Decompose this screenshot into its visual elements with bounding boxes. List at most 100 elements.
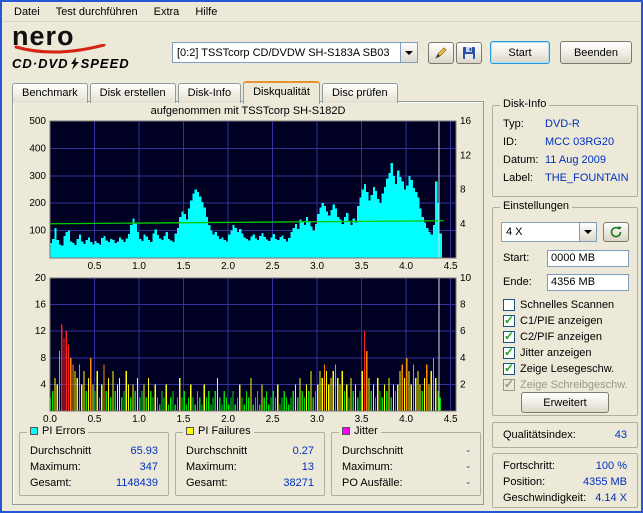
svg-text:12: 12 xyxy=(460,150,472,161)
speed-selector-value: 4 X xyxy=(502,226,579,238)
chevron-down-icon[interactable] xyxy=(400,43,417,62)
stat-row: Maximum: - xyxy=(342,461,470,474)
svg-text:200: 200 xyxy=(29,198,46,209)
checkbox-icon xyxy=(503,299,515,311)
svg-text:16: 16 xyxy=(460,117,472,127)
stat-value: 13 xyxy=(302,461,314,473)
svg-text:2.5: 2.5 xyxy=(266,414,280,425)
disk-info-box: Disk-Info Typ: DVD-R ID: MCC 03RG20 Datu… xyxy=(492,105,638,197)
svg-text:8: 8 xyxy=(460,185,466,196)
tab-bar: Benchmark Disk erstellen Disk-Info Diskq… xyxy=(12,81,400,103)
pi-errors-title: PI Errors xyxy=(42,425,85,437)
menu-test-durchfuehren[interactable]: Test durchführen xyxy=(48,3,146,21)
stat-row: Durchschnitt 0.27 xyxy=(186,445,314,458)
svg-text:20: 20 xyxy=(35,274,47,284)
svg-text:0.0: 0.0 xyxy=(43,414,57,425)
stat-label: Gesamt: xyxy=(30,477,72,489)
svg-text:8: 8 xyxy=(460,300,466,311)
start-position-field[interactable]: 0000 MB xyxy=(547,250,629,267)
svg-text:1.0: 1.0 xyxy=(132,261,146,272)
stat-label: Maximum: xyxy=(342,461,393,473)
stat-row: Gesamt: 1148439 xyxy=(30,477,158,490)
checkbox-c2-pif-anzeigen[interactable]: C2/PIF anzeigen xyxy=(503,330,602,344)
progress-value: 100 % xyxy=(596,460,627,472)
checkbox-zeige-schreibgeschw: Zeige Schreibgeschw. xyxy=(503,378,628,392)
quit-button[interactable]: Beenden xyxy=(560,41,632,64)
drive-selector-combobox[interactable]: [0:2] TSSTcorp CD/DVDW SH-S183A SB03 xyxy=(172,42,418,63)
tab-disk-erstellen[interactable]: Disk erstellen xyxy=(90,83,176,103)
checkbox-schnelles-scannen[interactable]: Schnelles Scannen xyxy=(503,298,614,312)
checkbox-c1-pie-anzeigen[interactable]: C1/PIE anzeigen xyxy=(503,314,603,328)
end-position-field[interactable]: 4356 MB xyxy=(547,274,629,291)
checkbox-icon xyxy=(503,315,515,327)
app-window: Datei Test durchführen Extra Hilfe nero … xyxy=(0,0,643,513)
quality-index-value: 43 xyxy=(615,429,627,441)
stat-label: Gesamt: xyxy=(186,477,228,489)
speed-selector-combobox[interactable]: 4 X xyxy=(501,222,597,242)
refresh-button[interactable] xyxy=(603,222,629,242)
svg-text:1.5: 1.5 xyxy=(177,414,191,425)
stat-value: 0.27 xyxy=(293,445,314,457)
pi-failures-legend: PI Failures xyxy=(183,425,254,437)
disc-quality-tab-page: aufgenommen mit TSSTcorp SH-S182D 0.51.0… xyxy=(12,101,484,505)
nero-logo: nero CD·DVD SPEED xyxy=(12,24,162,74)
stat-value: 38271 xyxy=(283,477,314,489)
svg-text:10: 10 xyxy=(460,274,472,284)
checkbox-zeige-lesegeschw[interactable]: Zeige Lesegeschw. xyxy=(503,362,614,376)
menu-hilfe[interactable]: Hilfe xyxy=(187,3,225,21)
save-button[interactable] xyxy=(456,42,482,64)
stat-value: 1148439 xyxy=(116,477,158,489)
logo-sub-left: CD·DVD xyxy=(12,56,69,71)
svg-text:4: 4 xyxy=(40,379,46,390)
pi-failures-swatch-icon xyxy=(186,427,194,435)
disk-info-title: Disk-Info xyxy=(500,98,549,110)
checkbox-label: C2/PIF anzeigen xyxy=(520,331,602,343)
svg-text:6: 6 xyxy=(460,326,466,337)
svg-text:8: 8 xyxy=(40,353,46,364)
stat-label: Durchschnitt xyxy=(342,445,403,457)
nero-swoosh xyxy=(14,44,106,56)
end-position-label: Ende: xyxy=(503,276,532,289)
disk-info-row-typ: Typ: DVD-R xyxy=(503,118,629,131)
chevron-down-icon[interactable] xyxy=(579,223,596,241)
checkbox-label: Zeige Schreibgeschw. xyxy=(520,379,628,391)
stat-row: Durchschnitt 65.93 xyxy=(30,445,158,458)
svg-text:4: 4 xyxy=(460,353,466,364)
position-row: Position: 4355 MB xyxy=(503,476,627,489)
start-button[interactable]: Start xyxy=(490,41,550,64)
checkbox-jitter-anzeigen[interactable]: Jitter anzeigen xyxy=(503,346,592,360)
info-label: Typ: xyxy=(503,118,524,130)
jitter-title: Jitter xyxy=(354,425,378,437)
svg-text:3.0: 3.0 xyxy=(310,414,324,425)
pen-button[interactable] xyxy=(428,42,454,64)
advanced-button[interactable]: Erweitert xyxy=(521,392,609,413)
tab-benchmark[interactable]: Benchmark xyxy=(12,83,88,103)
svg-text:2: 2 xyxy=(460,379,466,390)
svg-text:2.0: 2.0 xyxy=(221,414,235,425)
pi-errors-swatch-icon xyxy=(30,427,38,435)
info-label: Datum: xyxy=(503,154,538,166)
tab-disc-pruefen[interactable]: Disc prüfen xyxy=(322,83,398,103)
quality-index-row: Qualitätsindex: 43 xyxy=(503,429,627,442)
pi-failures-stats-box: PI Failures Durchschnitt 0.27 Maximum: 1… xyxy=(175,432,325,496)
stat-row: Durchschnitt - xyxy=(342,445,470,458)
stat-value: - xyxy=(466,445,470,457)
menu-extra[interactable]: Extra xyxy=(146,3,188,21)
tab-diskqualitaet[interactable]: Diskqualität xyxy=(243,81,320,104)
jitter-legend: Jitter xyxy=(339,425,381,437)
save-icon xyxy=(461,45,477,61)
quality-index-label: Qualitätsindex: xyxy=(503,429,576,441)
checkbox-label: Zeige Lesegeschw. xyxy=(520,363,614,375)
pi-errors-stats-box: PI Errors Durchschnitt 65.93 Maximum: 34… xyxy=(19,432,169,496)
menu-datei[interactable]: Datei xyxy=(6,3,48,21)
settings-title: Einstellungen xyxy=(500,200,572,212)
lightning-icon xyxy=(71,57,79,70)
tab-disk-info[interactable]: Disk-Info xyxy=(178,83,241,103)
stat-row: Maximum: 347 xyxy=(30,461,158,474)
svg-text:0.5: 0.5 xyxy=(88,261,102,272)
svg-text:400: 400 xyxy=(29,143,46,154)
svg-text:2.0: 2.0 xyxy=(221,261,235,272)
pi-errors-legend: PI Errors xyxy=(27,425,88,437)
progress-box: Fortschritt: 100 % Position: 4355 MB Ges… xyxy=(492,453,638,508)
svg-text:2.5: 2.5 xyxy=(266,261,280,272)
